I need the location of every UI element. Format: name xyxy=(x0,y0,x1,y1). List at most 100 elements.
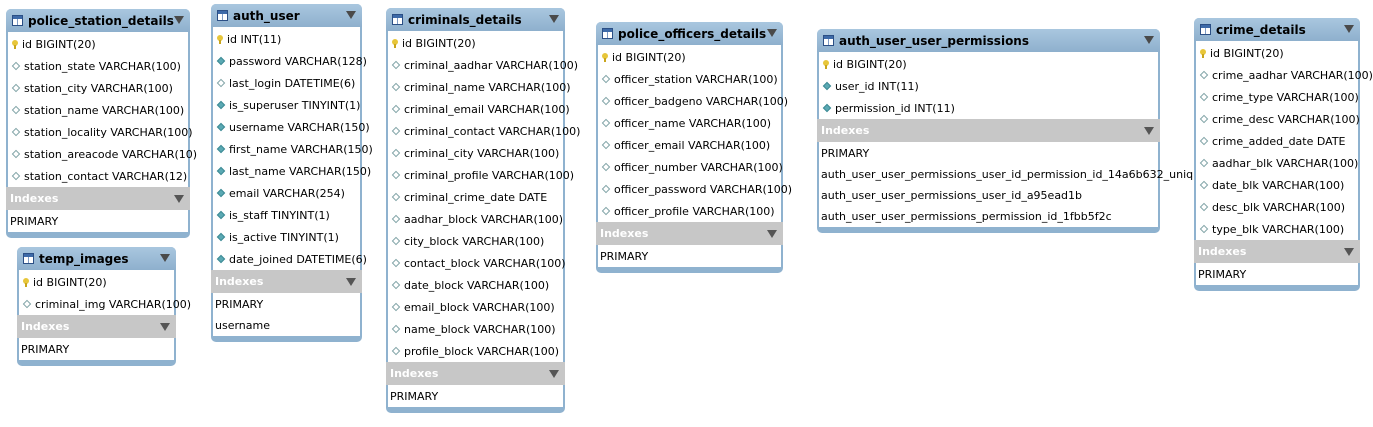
collapse-arrow-icon[interactable] xyxy=(1344,25,1354,33)
indexes-header[interactable]: Indexes xyxy=(817,119,1160,142)
column-row[interactable]: station_contact VARCHAR(12) xyxy=(8,165,188,187)
collapse-arrow-icon[interactable] xyxy=(1144,36,1154,44)
table-temp-images[interactable]: temp_images id BIGINT(20) criminal_img V… xyxy=(17,247,191,366)
column-row[interactable]: profile_block VARCHAR(100) xyxy=(388,340,563,362)
indexes-header[interactable]: Indexes xyxy=(211,270,362,293)
column-row[interactable]: id INT(11) xyxy=(213,28,360,50)
column-row[interactable]: officer_profile VARCHAR(100) xyxy=(598,200,781,222)
column-row[interactable]: criminal_img VARCHAR(100) xyxy=(19,293,191,315)
indexes-header[interactable]: Indexes xyxy=(386,362,565,385)
column-row[interactable]: officer_station VARCHAR(100) xyxy=(598,68,781,90)
column-row[interactable]: password VARCHAR(128) xyxy=(213,50,367,72)
table-crime-details[interactable]: crime_details id BIGINT(20) crime_aadhar… xyxy=(1194,18,1373,291)
index-row[interactable]: PRIMARY xyxy=(8,211,188,232)
index-row[interactable]: PRIMARY xyxy=(819,143,1158,164)
column-row[interactable]: officer_email VARCHAR(100) xyxy=(598,134,781,156)
index-row[interactable]: auth_user_user_permissions_permission_id… xyxy=(819,206,1158,227)
column-row[interactable]: contact_block VARCHAR(100) xyxy=(388,252,566,274)
column-row[interactable]: id BIGINT(20) xyxy=(598,46,781,68)
column-row[interactable]: criminal_crime_date DATE xyxy=(388,186,563,208)
table-header[interactable]: auth_user xyxy=(211,4,362,27)
column-row[interactable]: email VARCHAR(254) xyxy=(213,182,360,204)
table-header[interactable]: temp_images xyxy=(17,247,176,270)
column-row[interactable]: officer_name VARCHAR(100) xyxy=(598,112,781,134)
column-row[interactable]: user_id INT(11) xyxy=(819,75,1158,97)
table-header[interactable]: auth_user_user_permissions xyxy=(817,29,1160,52)
column-row[interactable]: station_name VARCHAR(100) xyxy=(8,99,188,121)
index-row[interactable]: PRIMARY xyxy=(388,386,563,407)
column-row[interactable]: criminal_city VARCHAR(100) xyxy=(388,142,563,164)
collapse-arrow-icon[interactable] xyxy=(1344,248,1354,256)
column-row[interactable]: criminal_aadhar VARCHAR(100) xyxy=(388,54,578,76)
column-row[interactable]: criminal_email VARCHAR(100) xyxy=(388,98,570,120)
column-row[interactable]: id BIGINT(20) xyxy=(388,32,563,54)
column-row[interactable]: first_name VARCHAR(150) xyxy=(213,138,373,160)
indexes-header[interactable]: Indexes xyxy=(17,315,176,338)
column-row[interactable]: name_block VARCHAR(100) xyxy=(388,318,563,340)
column-row[interactable]: officer_badgeno VARCHAR(100) xyxy=(598,90,788,112)
index-row[interactable]: auth_user_user_permissions_user_id_a95ea… xyxy=(819,185,1158,206)
collapse-arrow-icon[interactable] xyxy=(160,323,170,331)
table-header[interactable]: police_station_details xyxy=(6,9,190,32)
column-row[interactable]: station_locality VARCHAR(100) xyxy=(8,121,193,143)
index-row[interactable]: username xyxy=(213,315,360,336)
table-police-officers-details[interactable]: police_officers_details id BIGINT(20) of… xyxy=(596,22,792,273)
column-row[interactable]: permission_id INT(11) xyxy=(819,97,1158,119)
index-row[interactable]: PRIMARY xyxy=(1196,264,1358,285)
table-auth-user-user-permissions[interactable]: auth_user_user_permissions id BIGINT(20)… xyxy=(817,29,1193,233)
index-row[interactable]: PRIMARY xyxy=(598,246,781,267)
column-row[interactable]: date_blk VARCHAR(100) xyxy=(1196,174,1358,196)
column-row[interactable]: is_active TINYINT(1) xyxy=(213,226,360,248)
column-row[interactable]: is_superuser TINYINT(1) xyxy=(213,94,360,116)
table-header[interactable]: crime_details xyxy=(1194,18,1360,41)
column-row[interactable]: last_name VARCHAR(150) xyxy=(213,160,371,182)
table-criminals-details[interactable]: criminals_details id BIGINT(20) criminal… xyxy=(386,8,580,413)
column-row[interactable]: crime_type VARCHAR(100) xyxy=(1196,86,1359,108)
collapse-arrow-icon[interactable] xyxy=(767,230,777,238)
column-row[interactable]: city_block VARCHAR(100) xyxy=(388,230,563,252)
column-row[interactable]: is_staff TINYINT(1) xyxy=(213,204,360,226)
collapse-arrow-icon[interactable] xyxy=(549,15,559,23)
collapse-arrow-icon[interactable] xyxy=(346,278,356,286)
column-row[interactable]: crime_aadhar VARCHAR(100) xyxy=(1196,64,1373,86)
column-row[interactable]: criminal_profile VARCHAR(100) xyxy=(388,164,574,186)
index-row[interactable]: PRIMARY xyxy=(213,294,360,315)
collapse-arrow-icon[interactable] xyxy=(1144,127,1154,135)
collapse-arrow-icon[interactable] xyxy=(160,254,170,262)
column-row[interactable]: id BIGINT(20) xyxy=(19,271,174,293)
column-row[interactable]: id BIGINT(20) xyxy=(819,53,1158,75)
column-row[interactable]: station_state VARCHAR(100) xyxy=(8,55,188,77)
column-row[interactable]: id BIGINT(20) xyxy=(8,33,188,55)
table-header[interactable]: police_officers_details xyxy=(596,22,783,45)
collapse-arrow-icon[interactable] xyxy=(767,29,777,37)
column-row[interactable]: email_block VARCHAR(100) xyxy=(388,296,563,318)
collapse-arrow-icon[interactable] xyxy=(346,11,356,19)
column-row[interactable]: id BIGINT(20) xyxy=(1196,42,1358,64)
indexes-header[interactable]: Indexes xyxy=(1194,240,1360,263)
collapse-arrow-icon[interactable] xyxy=(174,16,184,24)
column-row[interactable]: crime_desc VARCHAR(100) xyxy=(1196,108,1360,130)
column-row[interactable]: date_block VARCHAR(100) xyxy=(388,274,563,296)
indexes-header[interactable]: Indexes xyxy=(596,222,783,245)
column-row[interactable]: crime_added_date DATE xyxy=(1196,130,1358,152)
column-row[interactable]: officer_number VARCHAR(100) xyxy=(598,156,783,178)
index-row[interactable]: PRIMARY xyxy=(19,339,174,360)
column-row[interactable]: criminal_name VARCHAR(100) xyxy=(388,76,571,98)
column-row[interactable]: date_joined DATETIME(6) xyxy=(213,248,367,270)
column-row[interactable]: type_blk VARCHAR(100) xyxy=(1196,218,1358,240)
column-row[interactable]: last_login DATETIME(6) xyxy=(213,72,360,94)
column-row[interactable]: officer_password VARCHAR(100) xyxy=(598,178,792,200)
table-police-station-details[interactable]: police_station_details id BIGINT(20) sta… xyxy=(6,9,197,238)
collapse-arrow-icon[interactable] xyxy=(549,370,559,378)
column-row[interactable]: aadhar_blk VARCHAR(100) xyxy=(1196,152,1358,174)
collapse-arrow-icon[interactable] xyxy=(174,195,184,203)
indexes-header[interactable]: Indexes xyxy=(6,187,190,210)
table-auth-user[interactable]: auth_user id INT(11) password VARCHAR(12… xyxy=(211,4,373,342)
column-row[interactable]: criminal_contact VARCHAR(100) xyxy=(388,120,580,142)
column-row[interactable]: aadhar_block VARCHAR(100) xyxy=(388,208,563,230)
column-row[interactable]: username VARCHAR(150) xyxy=(213,116,370,138)
index-row[interactable]: auth_user_user_permissions_user_id_permi… xyxy=(819,164,1193,185)
column-row[interactable]: station_areacode VARCHAR(10) xyxy=(8,143,197,165)
column-row[interactable]: desc_blk VARCHAR(100) xyxy=(1196,196,1358,218)
column-row[interactable]: station_city VARCHAR(100) xyxy=(8,77,188,99)
